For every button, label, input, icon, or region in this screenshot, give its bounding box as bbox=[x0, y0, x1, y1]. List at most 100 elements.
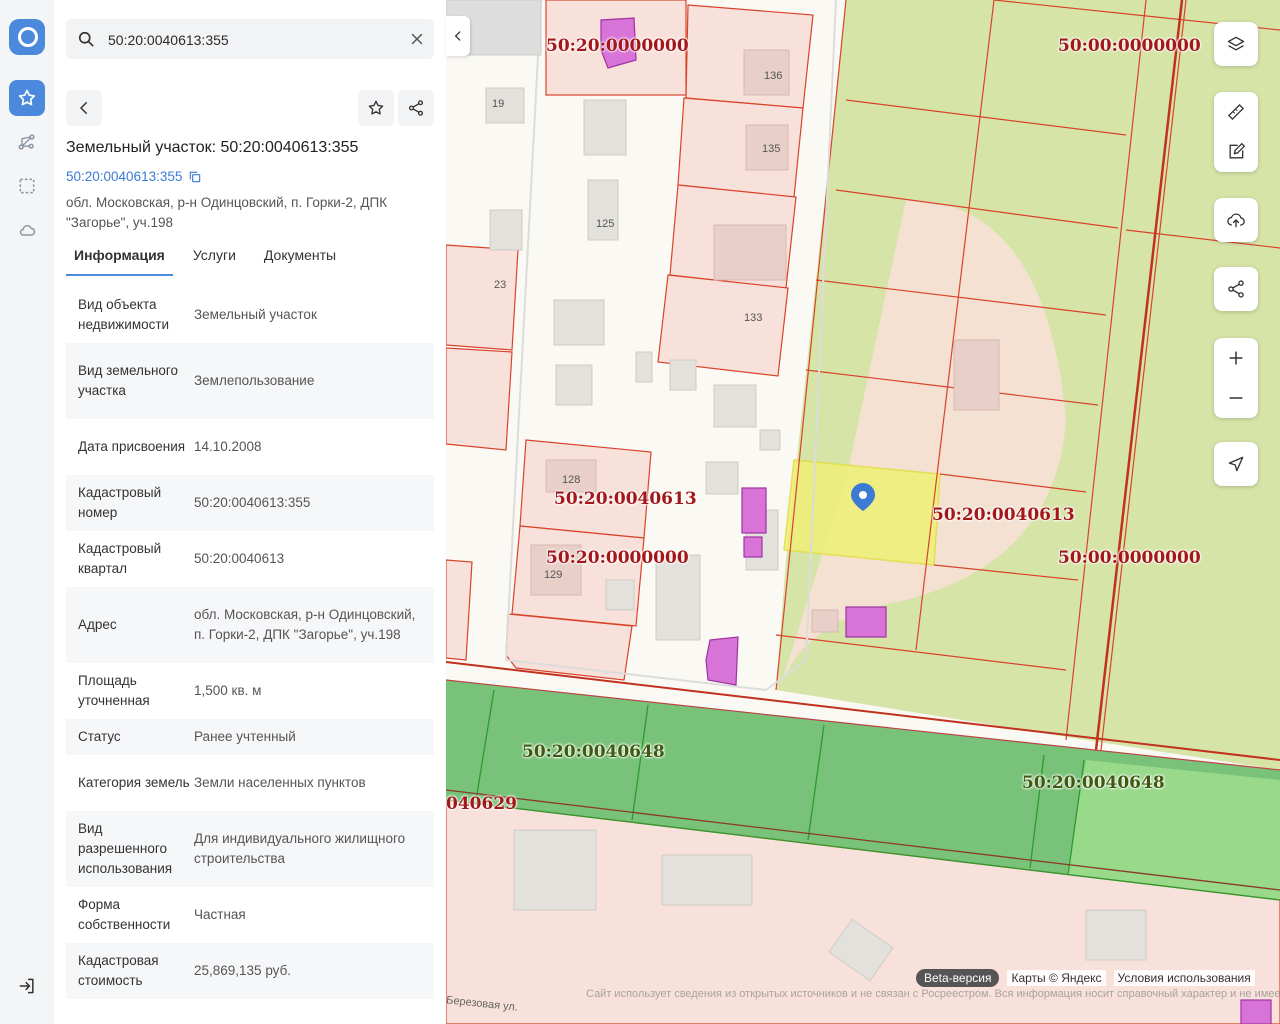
row-value: обл. Московская, р-н Одинцовский, п. Гор… bbox=[194, 607, 416, 642]
row-key: Кадастровая стоимость bbox=[78, 953, 159, 988]
table-row: Форма собственности Частная bbox=[66, 887, 434, 943]
ruler-icon[interactable] bbox=[1226, 102, 1246, 122]
cadastral-label: 50:20:0040613 bbox=[554, 489, 697, 509]
house-number: 125 bbox=[596, 218, 615, 230]
row-key: Дата присвоения bbox=[78, 439, 186, 454]
cadastral-link-text[interactable]: 50:20:0040613:355 bbox=[66, 169, 182, 184]
cadastral-label: 50:20:0000000 bbox=[546, 36, 689, 56]
chevron-left-icon bbox=[454, 31, 461, 41]
select-area-icon bbox=[19, 178, 35, 194]
row-key: Вид земельного участка bbox=[78, 363, 179, 398]
cadastral-label: 50:20:0040648 bbox=[522, 742, 665, 762]
layers-icon bbox=[1227, 36, 1245, 51]
share-icon bbox=[408, 100, 424, 116]
cadastral-label: 50:20:0040613 bbox=[932, 505, 1075, 525]
copyright-text[interactable]: Карты © Яндекс bbox=[1007, 970, 1106, 986]
tab-info[interactable]: Информация bbox=[66, 240, 173, 276]
favorite-button[interactable] bbox=[358, 90, 394, 126]
layers-button[interactable] bbox=[1214, 22, 1258, 66]
row-value: Ранее учтенный bbox=[194, 729, 296, 744]
row-key: Вид разрешенного использования bbox=[78, 821, 173, 876]
close-icon[interactable] bbox=[408, 30, 426, 48]
zoom-out-icon[interactable] bbox=[1226, 388, 1246, 408]
house-number: 23 bbox=[494, 279, 507, 291]
collapse-panel-button[interactable] bbox=[446, 16, 470, 56]
cloud-icon bbox=[19, 224, 36, 236]
star-icon bbox=[368, 100, 384, 115]
table-row: Статус Ранее учтенный bbox=[66, 719, 434, 755]
back-button[interactable] bbox=[66, 90, 102, 126]
locate-button[interactable] bbox=[1214, 442, 1258, 486]
zoom-group bbox=[1214, 338, 1258, 418]
route-button[interactable] bbox=[9, 124, 45, 160]
house-number: 133 bbox=[744, 312, 763, 324]
house-number: 129 bbox=[544, 569, 563, 581]
edit-icon[interactable] bbox=[1226, 142, 1246, 162]
upload-icon bbox=[1227, 213, 1245, 228]
tab-services[interactable]: Услуги bbox=[185, 240, 244, 274]
row-key: Площадь уточненная bbox=[78, 673, 150, 708]
logout-icon bbox=[19, 978, 34, 994]
row-key: Вид объекта недвижимости bbox=[78, 297, 170, 332]
table-row: Кадастровый квартал 50:20:0040613 bbox=[66, 531, 434, 587]
house-number: 136 bbox=[764, 70, 783, 82]
tools-group bbox=[1214, 92, 1258, 172]
cadastral-label: 50:00:0000000 bbox=[1058, 548, 1201, 568]
share-button[interactable] bbox=[398, 90, 434, 126]
upload-button[interactable] bbox=[1214, 198, 1258, 242]
table-row: Вид объекта недвижимости Земельный участо… bbox=[66, 287, 434, 343]
info-table: Вид объекта недвижимости Земельный участо… bbox=[66, 287, 434, 999]
zoom-in-icon[interactable] bbox=[1226, 348, 1246, 368]
search-input[interactable] bbox=[106, 19, 400, 61]
back-icon bbox=[80, 102, 87, 114]
row-value: 1,500 кв. м bbox=[194, 683, 262, 698]
row-value: Частная bbox=[194, 907, 246, 922]
row-key: Категория земель bbox=[78, 775, 190, 790]
star-icon bbox=[18, 89, 36, 106]
table-row: Кадастровый номер 50:20:0040613:355 bbox=[66, 475, 434, 531]
row-key: Форма собственности bbox=[78, 897, 171, 932]
row-value: 25,869,135 руб. bbox=[194, 963, 292, 978]
search-box bbox=[66, 19, 434, 61]
table-row: Категория земель Земли населенных пунктов bbox=[66, 755, 434, 811]
row-value: 14.10.2008 bbox=[194, 439, 262, 454]
logo-icon[interactable] bbox=[9, 19, 45, 55]
row-key: Статус bbox=[78, 729, 121, 744]
terms-link[interactable]: Условия использования bbox=[1113, 970, 1255, 986]
map-view[interactable]: 136 19 135 125 23 133 128 129 50:20:0000… bbox=[446, 0, 1280, 1024]
cadastral-label: 50:00:0000000 bbox=[1058, 36, 1201, 56]
table-row: Адрес обл. Московская, р-н Одинцовский, п… bbox=[66, 587, 434, 663]
map-attribution: Beta-версия Карты © Яндекс Условия испол… bbox=[916, 969, 1255, 987]
tabs: Информация Услуги Документы bbox=[66, 240, 356, 276]
share-map-button[interactable] bbox=[1214, 267, 1258, 311]
row-value: Землепользование bbox=[194, 373, 315, 388]
table-row: Вид земельного участка Землепользование bbox=[66, 343, 434, 419]
map-canvas[interactable] bbox=[446, 0, 1280, 1024]
locate-icon bbox=[1228, 456, 1244, 472]
row-value: Земельный участок bbox=[194, 307, 317, 322]
select-area-button[interactable] bbox=[9, 168, 45, 204]
favorites-button[interactable] bbox=[9, 80, 45, 116]
row-key: Кадастровый квартал bbox=[78, 541, 162, 576]
row-value: 50:20:0040613 bbox=[194, 551, 285, 566]
cadastral-label: 50:20:0040648 bbox=[1022, 773, 1165, 793]
row-value: Для индивидуального жилищного строительс… bbox=[194, 831, 406, 866]
table-row: Кадастровая стоимость 25,869,135 руб. bbox=[66, 943, 434, 999]
share-icon bbox=[1228, 280, 1244, 298]
copy-icon[interactable] bbox=[188, 170, 202, 184]
route-icon bbox=[18, 134, 35, 150]
row-value: Земли населенных пунктов bbox=[194, 775, 366, 790]
selected-parcel[interactable] bbox=[783, 459, 941, 566]
row-key: Кадастровый номер bbox=[78, 485, 162, 520]
beta-badge: Beta-версия bbox=[916, 969, 1000, 987]
left-rail bbox=[0, 0, 55, 1024]
cloud-button[interactable] bbox=[9, 212, 45, 248]
tab-documents[interactable]: Документы bbox=[256, 240, 344, 274]
page-title: Земельный участок: 50:20:0040613:355 bbox=[66, 139, 359, 156]
row-key: Адрес bbox=[78, 617, 117, 632]
info-panel: Земельный участок: 50:20:0040613:355 50:… bbox=[54, 0, 446, 1024]
table-row: Вид разрешенного использования Для индиви… bbox=[66, 811, 434, 887]
logout-button[interactable] bbox=[9, 968, 45, 1004]
search-icon bbox=[78, 31, 94, 47]
cadastral-link[interactable]: 50:20:0040613:355 bbox=[66, 169, 202, 184]
